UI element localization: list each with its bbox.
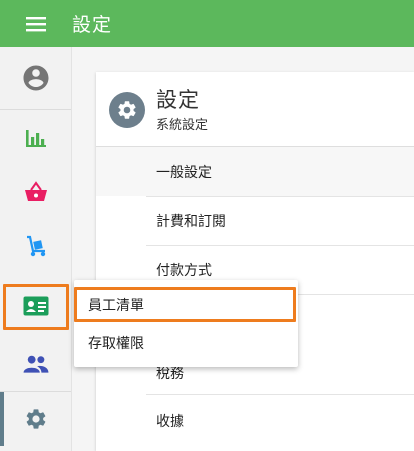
employee-badge-icon <box>23 296 49 316</box>
rail-item-sales[interactable] <box>0 165 71 219</box>
rail-item-reports[interactable] <box>0 111 71 165</box>
rail-item-settings[interactable] <box>0 392 71 446</box>
app-bar: 設定 <box>0 0 414 47</box>
settings-item-label: 收據 <box>156 413 184 430</box>
nav-rail <box>0 47 72 451</box>
settings-item-label: 計費和訂閱 <box>156 213 226 230</box>
settings-item-label: 一般設定 <box>156 164 212 181</box>
popup-item-access-rights[interactable]: 存取權限 <box>74 324 298 362</box>
shopping-basket-icon <box>24 181 48 203</box>
people-icon <box>23 354 49 374</box>
gear-icon <box>24 407 48 431</box>
hamburger-menu-button[interactable] <box>0 0 72 47</box>
settings-item-general[interactable]: 一般設定 <box>96 147 414 196</box>
hand-truck-icon <box>24 234 48 258</box>
settings-item-billing[interactable]: 計費和訂閱 <box>96 196 414 245</box>
rail-item-employees[interactable] <box>0 279 71 333</box>
popup-item-label: 員工清單 <box>88 298 144 314</box>
account-circle-icon <box>21 63 51 93</box>
rail-item-inventory[interactable] <box>0 219 71 273</box>
popup-item-label: 存取權限 <box>88 336 144 352</box>
card-header: 設定 系統設定 <box>96 72 414 146</box>
app-title: 設定 <box>72 14 113 36</box>
rail-item-account[interactable] <box>0 51 71 105</box>
main-content: 設定 系統設定 一般設定 計費和訂閱 付款方式 稅務 收據 <box>72 47 414 451</box>
hamburger-menu-icon <box>26 16 46 32</box>
card-subtitle: 系統設定 <box>156 118 209 133</box>
settings-card: 設定 系統設定 一般設定 計費和訂閱 付款方式 稅務 收據 <box>96 72 414 451</box>
rail-item-customers[interactable] <box>0 337 71 391</box>
gear-icon <box>109 92 145 128</box>
employee-flyout-menu: 員工清單 存取權限 <box>74 280 298 367</box>
rail-divider <box>0 109 71 110</box>
popup-item-employee-list[interactable]: 員工清單 <box>74 286 298 324</box>
settings-item-label: 付款方式 <box>156 262 212 279</box>
settings-item-receipts[interactable]: 收據 <box>96 396 414 445</box>
row-divider <box>146 394 414 395</box>
bar-chart-icon <box>25 128 47 148</box>
card-title: 設定 <box>156 88 200 112</box>
